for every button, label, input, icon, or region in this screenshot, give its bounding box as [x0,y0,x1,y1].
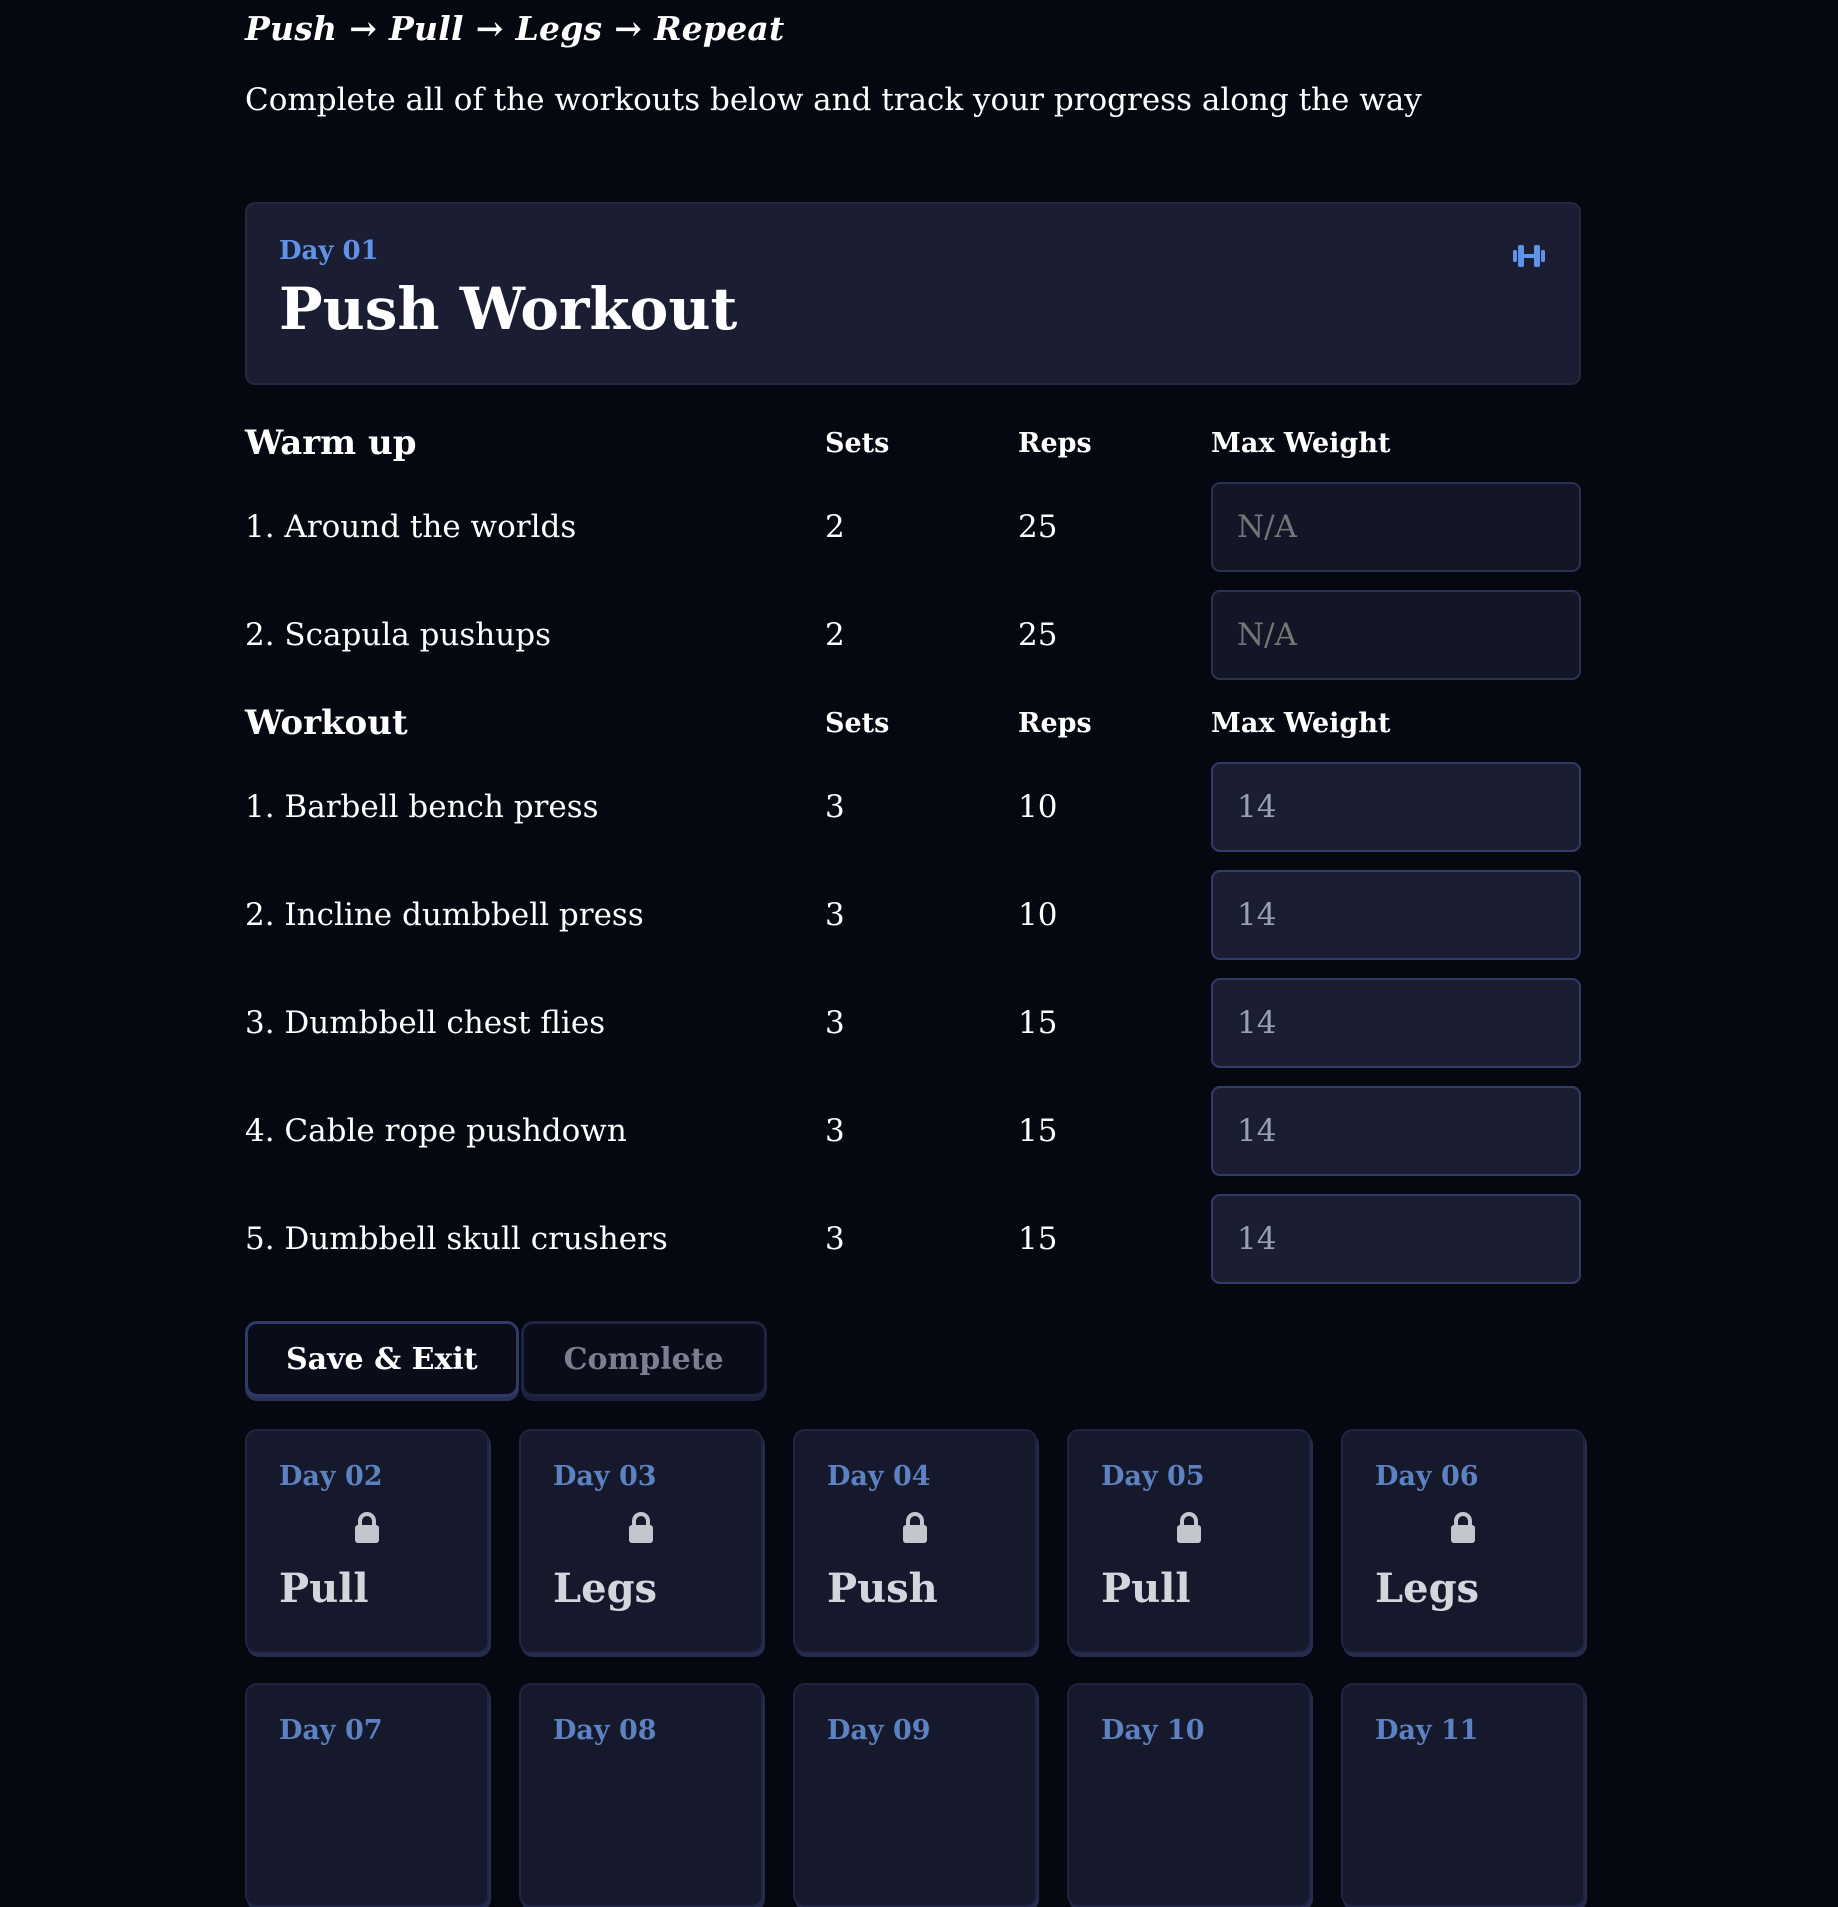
max-weight-input[interactable] [1211,978,1581,1068]
day-label: Day 09 [827,1715,931,1746]
exercise-name: 4. Cable rope pushdown [245,1113,627,1149]
exercise-sets: 3 [825,1113,845,1149]
day-label: Day 04 [827,1461,931,1492]
sequence-pull: Pull [389,9,464,48]
exercise-sets: 3 [825,897,845,933]
lock-icon [629,1512,653,1543]
exercise-reps: 25 [1018,509,1058,545]
day-card-locked[interactable]: Day 03 Legs [519,1429,763,1653]
day-label: Day 08 [553,1715,657,1746]
dumbbell-icon [1513,245,1545,267]
day-workout-name: Legs [1375,1565,1480,1612]
day-workout-name: Pull [279,1565,369,1612]
day-label: Day 03 [553,1461,657,1492]
exercise-sets: 3 [825,1221,845,1257]
exercise-reps: 15 [1018,1005,1058,1041]
max-weight-input[interactable] [1211,482,1581,572]
exercise-row: 1. Around the worlds 2 25 [245,473,1581,581]
day-card-locked[interactable]: Day 10 [1067,1683,1311,1907]
exercise-row: 5. Dumbbell skull crushers 3 15 [245,1185,1581,1293]
sequence-push: Push [245,9,338,48]
exercise-reps: 25 [1018,617,1058,653]
exercise-row: 2. Scapula pushups 2 25 [245,581,1581,689]
exercise-name: 5. Dumbbell skull crushers [245,1221,668,1257]
arrow-icon: → [475,9,504,48]
max-weight-column-header: Max Weight [1211,707,1391,739]
sets-column-header: Sets [825,707,890,739]
exercise-sets: 2 [825,509,845,545]
lock-icon [1451,1512,1475,1543]
arrow-icon: → [349,9,378,48]
day-label: Day 10 [1101,1715,1205,1746]
exercise-reps: 10 [1018,789,1058,825]
page: Push → Pull → Legs → Repeat Complete all of th… [245,0,1585,1907]
day-card-locked[interactable]: Day 07 [245,1683,489,1907]
day-label: Day 07 [279,1715,383,1746]
day-card-locked[interactable]: Day 08 [519,1683,763,1907]
day-grid: Day 02 Pull Day 03 Legs Day 04 Push Day … [245,1429,1585,1907]
reps-column-header: Reps [1018,707,1092,739]
max-weight-column-header: Max Weight [1211,427,1391,459]
max-weight-input[interactable] [1211,590,1581,680]
exercise-name: 1. Barbell bench press [245,789,599,825]
day-card-locked[interactable]: Day 09 [793,1683,1037,1907]
max-weight-input[interactable] [1211,870,1581,960]
reps-column-header: Reps [1018,427,1092,459]
lock-icon [355,1512,379,1543]
exercise-row: 4. Cable rope pushdown 3 15 [245,1077,1581,1185]
workout-title: Push Workout [279,275,738,343]
exercise-reps: 15 [1018,1113,1058,1149]
sequence-legs: Legs [515,9,603,48]
exercise-row: 3. Dumbbell chest flies 3 15 [245,969,1581,1077]
page-subtitle: Complete all of the workouts below and t… [245,82,1422,118]
day-workout-name: Legs [553,1565,658,1612]
day-label: Day 02 [279,1461,383,1492]
exercise-name: 2. Scapula pushups [245,617,551,653]
lock-icon [903,1512,927,1543]
day-card-locked[interactable]: Day 05 Pull [1067,1429,1311,1653]
day-card-locked[interactable]: Day 04 Push [793,1429,1037,1653]
warmup-title: Warm up [245,423,417,463]
program-sequence: Push → Pull → Legs → Repeat [245,8,1581,50]
day-card-locked[interactable]: Day 11 [1341,1683,1585,1907]
warmup-header: Warm up Sets Reps Max Weight [245,413,1581,473]
max-weight-input[interactable] [1211,762,1581,852]
sets-column-header: Sets [825,427,890,459]
arrow-icon: → [614,9,643,48]
day-workout-name: Pull [1101,1565,1191,1612]
workout-header: Workout Sets Reps Max Weight [245,693,1581,753]
save-exit-button[interactable]: Save & Exit [245,1321,519,1397]
exercise-row: 1. Barbell bench press 3 10 [245,753,1581,861]
max-weight-input[interactable] [1211,1194,1581,1284]
exercise-sets: 3 [825,789,845,825]
day-workout-name: Push [827,1565,938,1612]
workout-section-title: Workout [245,703,408,743]
day-label: Day 01 [279,236,379,266]
day-label: Day 11 [1375,1715,1479,1746]
exercise-name: 2. Incline dumbbell press [245,897,644,933]
day-card-locked[interactable]: Day 02 Pull [245,1429,489,1653]
max-weight-input[interactable] [1211,1086,1581,1176]
exercise-reps: 10 [1018,897,1058,933]
exercise-sets: 3 [825,1005,845,1041]
sequence-repeat: Repeat [654,9,785,48]
day-label: Day 06 [1375,1461,1479,1492]
exercise-name: 1. Around the worlds [245,509,577,545]
complete-button[interactable]: Complete [520,1321,767,1397]
day-label: Day 05 [1101,1461,1205,1492]
current-day-card: Day 01 Push Workout [245,202,1581,385]
action-buttons: Save & Exit Complete [245,1321,1581,1397]
lock-icon [1177,1512,1201,1543]
day-card-locked[interactable]: Day 06 Legs [1341,1429,1585,1653]
exercise-reps: 15 [1018,1221,1058,1257]
exercise-name: 3. Dumbbell chest flies [245,1005,606,1041]
exercise-row: 2. Incline dumbbell press 3 10 [245,861,1581,969]
exercise-sets: 2 [825,617,845,653]
